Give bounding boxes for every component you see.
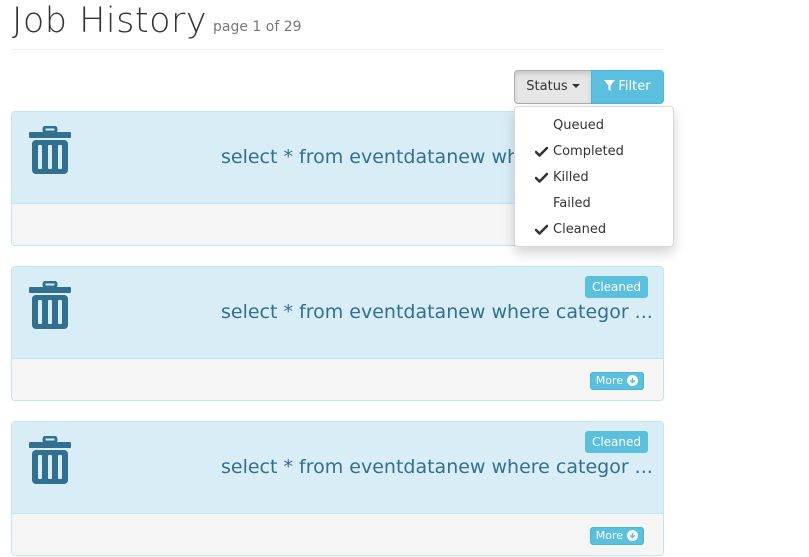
- page-info: page 1 of 29: [213, 19, 302, 35]
- filter-icon: [604, 80, 616, 91]
- job-query[interactable]: select * from eventdatanew where categor…: [221, 301, 651, 323]
- status-option-label: Failed: [553, 196, 591, 211]
- status-option-label: Cleaned: [553, 222, 607, 237]
- trash-icon[interactable]: [28, 126, 72, 174]
- caret-down-icon: [571, 84, 580, 88]
- more-button-label: More: [595, 529, 623, 542]
- filter-button[interactable]: Filter: [591, 70, 664, 104]
- job-query[interactable]: select * from eventdatanew where categor…: [221, 456, 651, 478]
- circle-arrow-down-icon: [627, 530, 638, 541]
- status-button-label: Status: [526, 79, 568, 94]
- trash-icon[interactable]: [28, 436, 72, 484]
- more-button[interactable]: More: [589, 372, 644, 390]
- status-option-completed[interactable]: Completed: [515, 139, 673, 165]
- check-icon: [535, 172, 548, 183]
- status-option-label: Completed: [553, 144, 624, 159]
- status-option-queued[interactable]: Queued: [515, 113, 673, 139]
- status-dropdown-menu: Queued Completed Killed Failed Cleaned: [514, 106, 674, 247]
- status-badge: Cleaned: [584, 431, 648, 453]
- page-header: Job History page 1 of 29: [12, 0, 664, 50]
- status-option-label: Killed: [553, 170, 589, 185]
- status-option-killed[interactable]: Killed: [515, 165, 673, 191]
- job-card-body: Cleaned select * from eventdatanew where…: [12, 422, 663, 514]
- page-title: Job History: [12, 1, 208, 41]
- trash-icon[interactable]: [28, 281, 72, 329]
- status-option-label: Queued: [553, 118, 604, 133]
- status-dropdown-button[interactable]: Status: [514, 70, 592, 104]
- more-button-label: More: [595, 374, 623, 387]
- check-icon: [535, 146, 548, 157]
- job-card-body: Cleaned select * from eventdatanew where…: [12, 267, 663, 359]
- check-icon: [535, 224, 548, 235]
- status-option-failed[interactable]: Failed: [515, 191, 673, 217]
- job-card: Cleaned select * from eventdatanew where…: [11, 421, 664, 556]
- more-button[interactable]: More: [589, 527, 644, 545]
- circle-arrow-down-icon: [627, 375, 638, 386]
- filter-button-label: Filter: [618, 79, 651, 94]
- status-option-cleaned[interactable]: Cleaned: [515, 217, 673, 243]
- job-card: Cleaned select * from eventdatanew where…: [11, 266, 664, 401]
- status-badge: Cleaned: [584, 276, 648, 298]
